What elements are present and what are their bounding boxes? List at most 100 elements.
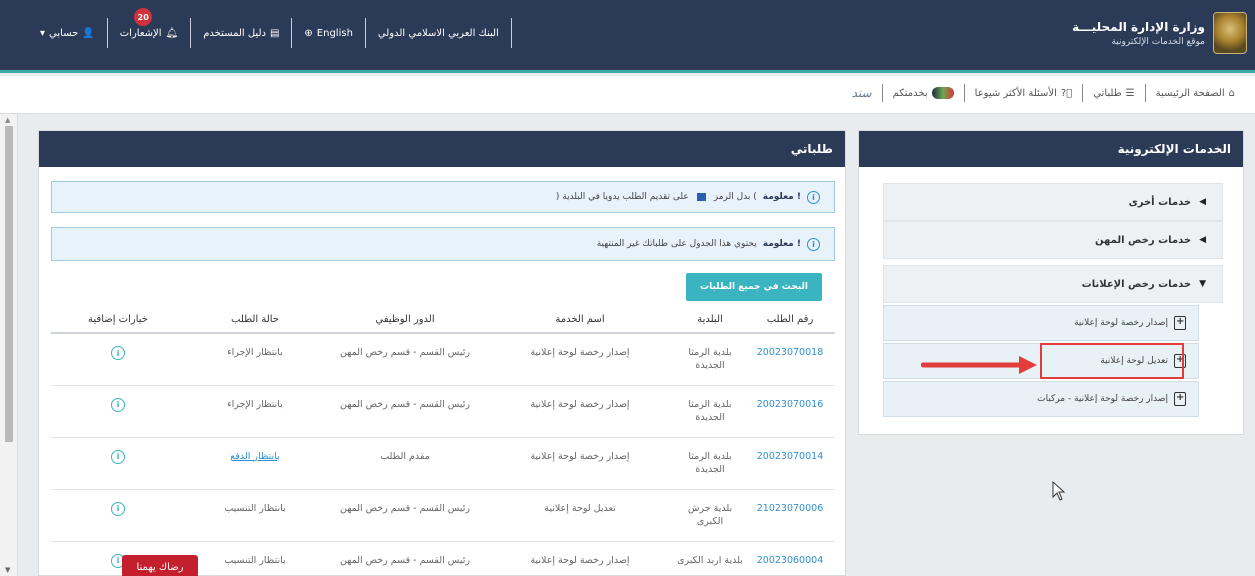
col-extra-options[interactable]: خيارات إضافية <box>51 307 185 334</box>
info-alert-manual: i معلومة ! بدل الرمز ( ) على تقديم الطلب… <box>51 181 835 213</box>
question-icon: ?⃝ <box>1060 87 1073 99</box>
role-cell: رئيس القسم - قسم رخص المهن <box>325 489 485 542</box>
service-cell: إصدار رخصة لوحة إعلانية <box>485 333 675 386</box>
eservices-title: الخدمات الإلكترونية <box>859 131 1243 167</box>
scroll-up-icon[interactable]: ▲ <box>5 116 10 124</box>
info1-text-a: بدل الرمز ( <box>713 192 757 202</box>
ministry-subtitle: موقع الخدمات الإلكترونية <box>1111 36 1205 47</box>
nav-faq[interactable]: ?⃝ الأسئلة الأكثر شيوعا <box>963 84 1083 102</box>
home-icon: ⌂ <box>1228 87 1235 99</box>
request-id-link[interactable]: 20023070018 <box>745 333 835 386</box>
accordion-profession-licenses[interactable]: ◀ خدمات رخص المهن <box>883 221 1223 259</box>
search-all-requests-button[interactable]: البحث في جميع الطلبات <box>686 273 822 301</box>
caret-left-icon: ◀ <box>1199 235 1206 245</box>
info-icon[interactable]: i <box>111 397 125 412</box>
document-add-icon <box>1174 392 1186 406</box>
info1-bold: معلومة ! <box>762 192 801 202</box>
request-id-link[interactable]: 20023070014 <box>745 437 835 490</box>
request-id-link[interactable]: 21023070006 <box>745 489 835 542</box>
ministry-title: وزارة الإدارة المحليـــة <box>1072 19 1205 34</box>
scroll-down-icon[interactable]: ▼ <box>5 566 10 574</box>
col-municipality[interactable]: البلدية <box>675 307 745 334</box>
extra-options-cell: i <box>51 489 185 542</box>
municipality-cell: بلدية جرش الكبرى <box>675 489 745 542</box>
status-cell: بانتظار الإجراء <box>185 385 325 438</box>
nav-faq-label: الأسئلة الأكثر شيوعا <box>974 87 1057 99</box>
notifications-label: الإشعارات <box>119 27 162 39</box>
account-label: حسابي <box>49 27 79 39</box>
service-cell: إصدار رخصة لوحة إعلانية <box>485 541 675 576</box>
bank-label: البنك العربي الاسلامي الدولي <box>377 27 499 39</box>
municipality-cell: بلدية الرمثا الجديدة <box>675 385 745 438</box>
accordion-other-services[interactable]: ◀ خدمات أخرى <box>883 183 1223 221</box>
info1-text-b: ) على تقديم الطلب يدويا في البلدية <box>555 192 689 202</box>
municipality-cell: بلدية الرمثا الجديدة <box>675 333 745 386</box>
info2-text: يحتوي هذا الجدول على طلباتك غير المنتهية <box>596 239 757 249</box>
col-service-name[interactable]: اسم الخدمة <box>485 307 675 334</box>
language-switch[interactable]: ⊕ English <box>291 18 365 48</box>
requests-table: رقم الطلب البلدية اسم الخدمة الدور الوظي… <box>51 307 835 576</box>
municipality-cell: بلدية الرمثا الجديدة <box>675 437 745 490</box>
feedback-button[interactable]: رضاك يهمنا <box>122 555 198 576</box>
mouse-cursor-icon <box>1052 481 1066 501</box>
my-requests-card: طلباتي i معلومة ! بدل الرمز ( ) على تقدي… <box>38 130 846 576</box>
nav-my-requests-label: طلباتي <box>1093 87 1122 99</box>
notifications-link[interactable]: الإشعارات 🔔︎ 20 <box>106 8 190 48</box>
highlight-box <box>1040 343 1184 379</box>
info-icon: i <box>807 190 820 204</box>
red-arrow-icon <box>921 356 1037 374</box>
top-header: ▾ حسابي 👤 الإشعارات 🔔︎ 20 دليل المستخدم … <box>0 0 1255 73</box>
municipality-cell: بلدية اربد الكبرى <box>675 541 745 576</box>
nav-sanad[interactable]: سند <box>842 84 882 102</box>
service-issue-vehicle-ad-license[interactable]: إصدار رخصة لوحة إعلانية - مركبات <box>883 381 1199 417</box>
secondary-nav: ⌂ الصفحة الرئيسية ☰ طلباتي ?⃝ الأسئلة ال… <box>0 76 1255 114</box>
accordion-label: خدمات أخرى <box>1128 196 1192 208</box>
table-row: 20023070014 بلدية الرمثا الجديدة إصدار ر… <box>51 437 835 490</box>
col-request-id[interactable]: رقم الطلب <box>745 307 835 334</box>
brand[interactable]: وزارة الإدارة المحليـــة موقع الخدمات ال… <box>1072 12 1247 54</box>
request-id-link[interactable]: 20023070016 <box>745 385 835 438</box>
bank-link[interactable]: البنك العربي الاسلامي الدولي <box>364 18 512 48</box>
caret-down-icon: ▾ <box>40 27 46 39</box>
service-cell: تعديل لوحة إعلانية <box>485 489 675 542</box>
request-id-link[interactable]: 20023060004 <box>745 541 835 576</box>
info-icon: i <box>807 237 820 251</box>
nav-home[interactable]: ⌂ الصفحة الرئيسية <box>1144 84 1245 102</box>
accordion-ad-licenses[interactable]: ▼ خدمات رخص الإعلانات <box>883 265 1223 303</box>
eservices-card: الخدمات الإلكترونية ◀ خدمات أخرى ◀ خدمات… <box>858 130 1244 435</box>
nav-my-requests[interactable]: ☰ طلباتي <box>1082 84 1144 102</box>
col-role[interactable]: الدور الوظيفي <box>325 307 485 334</box>
status-cell-payment-link[interactable]: بانتظار الدفع <box>185 437 325 490</box>
notifications-badge: 20 <box>134 8 153 26</box>
role-cell: رئيس القسم - قسم رخص المهن <box>325 541 485 576</box>
extra-options-cell: i <box>51 333 185 386</box>
table-row: 20023070018 بلدية الرمثا الجديدة إصدار ر… <box>51 333 835 386</box>
table-header-row: رقم الطلب البلدية اسم الخدمة الدور الوظي… <box>51 307 835 334</box>
vertical-scrollbar[interactable]: ▲ ▼ <box>0 114 18 576</box>
info2-bold: معلومة ! <box>762 239 801 249</box>
sanad-logo: سند <box>851 86 872 100</box>
caret-left-icon: ◀ <box>1199 197 1206 207</box>
service-issue-ad-license[interactable]: إصدار رخصة لوحة إعلانية <box>883 305 1199 341</box>
user-icon: 👤 <box>82 27 95 39</box>
book-icon: ▤ <box>269 27 280 39</box>
info-alert-unfinished: i معلومة ! يحتوي هذا الجدول على طلباتك غ… <box>51 227 835 261</box>
document-add-icon <box>1174 316 1186 330</box>
role-cell: مقدم الطلب <box>325 437 485 490</box>
extra-options-cell: i <box>51 437 185 490</box>
table-row: 20023070016 بلدية الرمثا الجديدة إصدار ر… <box>51 385 835 438</box>
language-label: English <box>316 27 353 39</box>
status-cell: بانتظار التنسيب <box>185 541 325 576</box>
extra-options-cell: i <box>51 385 185 438</box>
info-icon[interactable]: i <box>111 346 125 360</box>
scroll-thumb[interactable] <box>5 126 13 442</box>
status-cell: بانتظار الإجراء <box>185 333 325 386</box>
col-status[interactable]: حالة الطلب <box>185 307 325 334</box>
info-icon[interactable]: i <box>111 449 125 464</box>
caret-down-icon: ▼ <box>1199 279 1206 289</box>
account-menu[interactable]: ▾ حسابي 👤 <box>28 18 107 48</box>
info-icon[interactable]: i <box>111 501 125 516</box>
user-guide-link[interactable]: دليل المستخدم ▤ <box>190 18 291 48</box>
accordion-label: خدمات رخص الإعلانات <box>1081 278 1192 290</box>
nav-at-your-service[interactable]: بخدمتكم <box>881 84 964 102</box>
